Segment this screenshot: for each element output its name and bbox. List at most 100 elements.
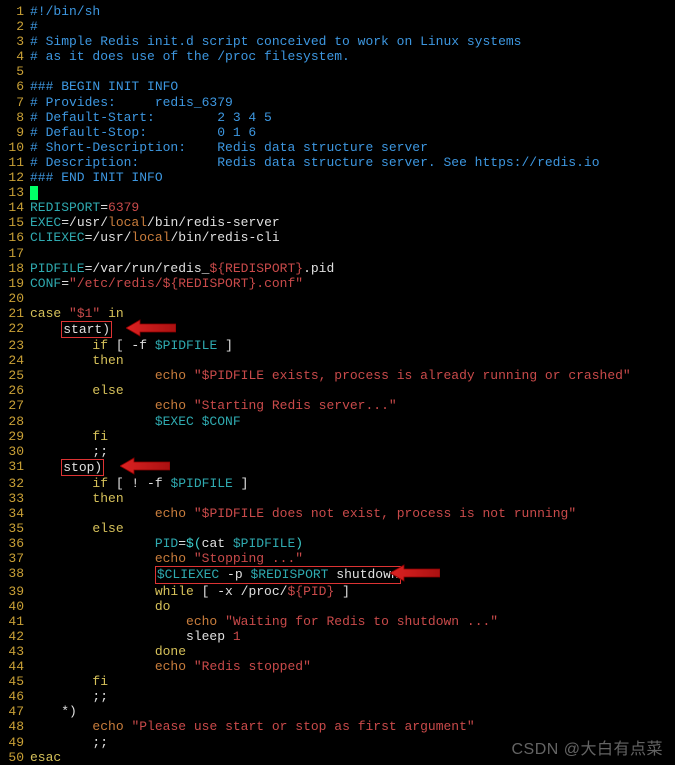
code-content[interactable]: done [30,644,186,659]
code-content[interactable]: # Short-Description: Redis data structur… [30,140,428,155]
code-line[interactable]: 16CLIEXEC=/usr/local/bin/redis-cli [0,230,675,245]
code-content[interactable] [30,185,38,200]
code-content[interactable]: CONF="/etc/redis/${REDISPORT}.conf" [30,276,303,291]
code-content[interactable]: then [30,491,124,506]
code-line[interactable]: 27 echo "Starting Redis server..." [0,398,675,413]
code-line[interactable]: 19CONF="/etc/redis/${REDISPORT}.conf" [0,276,675,291]
code-content[interactable]: # Simple Redis init.d script conceived t… [30,34,521,49]
code-line[interactable]: 42 sleep 1 [0,629,675,644]
code-line[interactable]: 33 then [0,491,675,506]
code-content[interactable]: else [30,383,124,398]
code-content[interactable]: if [ -f $PIDFILE ] [30,338,233,353]
code-content[interactable]: start) [30,321,112,338]
line-number: 29 [0,429,24,444]
code-content[interactable]: #!/bin/sh [30,4,100,19]
line-number: 12 [0,170,24,185]
code-content[interactable]: PIDFILE=/var/run/redis_${REDISPORT}.pid [30,261,334,276]
code-content[interactable]: echo "Stopping ..." [30,551,303,566]
code-content[interactable]: # Provides: redis_6379 [30,95,233,110]
code-line[interactable]: 34 echo "$PIDFILE does not exist, proces… [0,506,675,521]
code-content[interactable]: # Description: Redis data structure serv… [30,155,600,170]
code-line[interactable]: 12 ### END INIT INFO [0,170,675,185]
code-line[interactable]: 26 else [0,383,675,398]
code-line[interactable]: 44 echo "Redis stopped" [0,659,675,674]
code-content[interactable]: REDISPORT=6379 [30,200,139,215]
code-content[interactable]: $EXEC $CONF [30,414,241,429]
code-content[interactable]: ### BEGIN INIT INFO [30,79,178,94]
code-line[interactable]: 1#!/bin/sh [0,4,675,19]
code-line[interactable]: 40 do [0,599,675,614]
code-editor[interactable]: 1#!/bin/sh2#3# Simple Redis init.d scrip… [0,4,675,765]
code-line[interactable]: 39 while [ -x /proc/${PID} ] [0,584,675,599]
code-content[interactable]: do [30,599,170,614]
code-line[interactable]: 13 [0,185,675,200]
code-content[interactable]: echo "Waiting for Redis to shutdown ..." [30,614,498,629]
code-line[interactable]: 11# Description: Redis data structure se… [0,155,675,170]
code-content[interactable]: stop) [30,459,104,476]
code-line[interactable]: 38 $CLIEXEC -p $REDISPORT shutdown [0,566,675,583]
code-line[interactable]: 7# Provides: redis_6379 [0,95,675,110]
code-content[interactable]: echo "Starting Redis server..." [30,398,397,413]
code-line[interactable]: 24 then [0,353,675,368]
code-line[interactable]: 9# Default-Stop: 0 1 6 [0,125,675,140]
code-content[interactable]: fi [30,674,108,689]
code-content[interactable]: echo "$PIDFILE exists, process is alread… [30,368,631,383]
code-line[interactable]: 6### BEGIN INIT INFO [0,79,675,94]
code-content[interactable]: echo "$PIDFILE does not exist, process i… [30,506,576,521]
code-content[interactable]: PID=$(cat $PIDFILE) [30,536,303,551]
code-line[interactable]: 48 echo "Please use start or stop as fir… [0,719,675,734]
code-line[interactable]: 46 ;; [0,689,675,704]
code-line[interactable]: 31 stop) [0,459,675,476]
code-token [30,567,155,582]
code-line[interactable]: 8# Default-Start: 2 3 4 5 [0,110,675,125]
code-line[interactable]: 29 fi [0,429,675,444]
code-line[interactable]: 47 *) [0,704,675,719]
code-line[interactable]: 25 echo "$PIDFILE exists, process is alr… [0,368,675,383]
code-line[interactable]: 17 [0,246,675,261]
code-content[interactable]: while [ -x /proc/${PID} ] [30,584,350,599]
code-line[interactable]: 32 if [ ! -f $PIDFILE ] [0,476,675,491]
code-content[interactable]: sleep 1 [30,629,241,644]
code-content[interactable]: $CLIEXEC -p $REDISPORT shutdown [30,566,401,583]
code-content[interactable]: ;; [30,689,108,704]
code-line[interactable]: 2# [0,19,675,34]
code-token: 1 [233,629,241,644]
code-content[interactable]: # as it does use of the /proc filesystem… [30,49,350,64]
code-content[interactable]: then [30,353,124,368]
code-line[interactable]: 10# Short-Description: Redis data struct… [0,140,675,155]
code-line[interactable]: 4# as it does use of the /proc filesyste… [0,49,675,64]
code-line[interactable]: 35 else [0,521,675,536]
code-content[interactable]: fi [30,429,108,444]
code-content[interactable]: if [ ! -f $PIDFILE ] [30,476,248,491]
code-content[interactable]: ;; [30,444,108,459]
code-line[interactable]: 3# Simple Redis init.d script conceived … [0,34,675,49]
code-line[interactable]: 15EXEC=/usr/local/bin/redis-server [0,215,675,230]
code-line[interactable]: 36 PID=$(cat $PIDFILE) [0,536,675,551]
code-content[interactable]: CLIEXEC=/usr/local/bin/redis-cli [30,230,280,245]
code-line[interactable]: 28 $EXEC $CONF [0,414,675,429]
code-content[interactable]: ### END INIT INFO [30,170,163,185]
code-line[interactable]: 45 fi [0,674,675,689]
code-line[interactable]: 22 start) [0,321,675,338]
code-content[interactable]: EXEC=/usr/local/bin/redis-server [30,215,280,230]
code-line[interactable]: 37 echo "Stopping ..." [0,551,675,566]
code-content[interactable]: # [30,19,38,34]
code-line[interactable]: 41 echo "Waiting for Redis to shutdown .… [0,614,675,629]
code-line[interactable]: 18PIDFILE=/var/run/redis_${REDISPORT}.pi… [0,261,675,276]
code-line[interactable]: 30 ;; [0,444,675,459]
code-content[interactable]: echo "Please use start or stop as first … [30,719,475,734]
code-content[interactable]: else [30,521,124,536]
code-line[interactable]: 14REDISPORT=6379 [0,200,675,215]
code-line[interactable]: 23 if [ -f $PIDFILE ] [0,338,675,353]
code-content[interactable]: echo "Redis stopped" [30,659,311,674]
code-content[interactable]: *) [30,704,77,719]
code-content[interactable]: # Default-Start: 2 3 4 5 [30,110,272,125]
code-line[interactable]: 20 [0,291,675,306]
code-content[interactable]: case "$1" in [30,306,124,321]
code-content[interactable]: # Default-Stop: 0 1 6 [30,125,256,140]
code-line[interactable]: 5 [0,64,675,79]
code-content[interactable]: ;; [30,735,108,750]
code-line[interactable]: 21case "$1" in [0,306,675,321]
code-line[interactable]: 43 done [0,644,675,659]
code-content[interactable]: esac [30,750,61,765]
